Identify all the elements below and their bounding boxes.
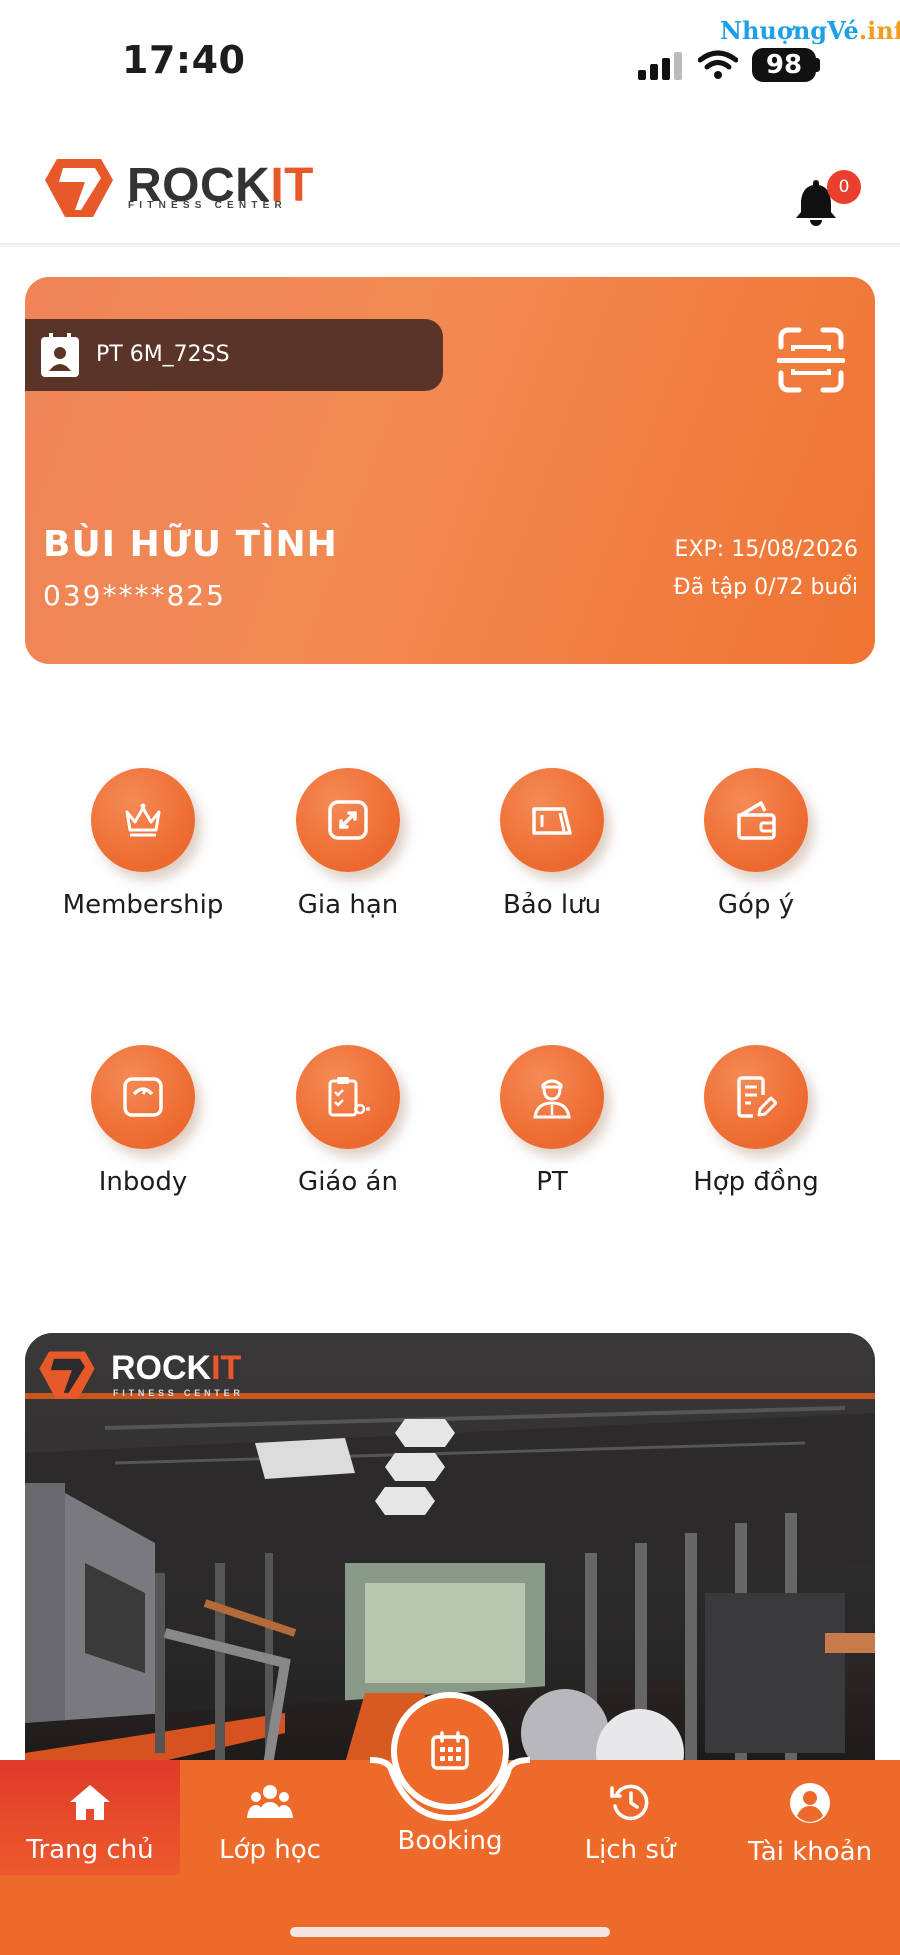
nav-label: Lịch sử	[584, 1835, 676, 1865]
menu-membership[interactable]: Membership	[43, 768, 243, 920]
nav-label: Tài khoản	[747, 1837, 873, 1867]
menu-inbody[interactable]: Inbody	[43, 1045, 243, 1197]
menu-label: PT	[536, 1167, 568, 1197]
member-phone: 039****825	[43, 579, 226, 612]
menu-label: Giáo án	[298, 1167, 398, 1197]
status-time: 17:40	[122, 38, 246, 82]
nav-account[interactable]: Tài khoản	[720, 1782, 900, 1867]
home-indicator	[290, 1927, 610, 1937]
watermark-text-1: NhuợngVé	[720, 16, 859, 45]
banner-logo-subtitle: FITNESS CENTER	[113, 1388, 244, 1398]
menu-label: Hợp đồng	[693, 1167, 819, 1197]
contact-card-icon	[41, 333, 79, 377]
home-icon	[70, 1785, 110, 1820]
battery-nub	[816, 58, 820, 72]
extend-icon	[328, 800, 368, 840]
menu-label: Góp ý	[717, 890, 795, 920]
member-name: BÙI HỮU TÌNH	[43, 524, 338, 565]
clipboard-plan-icon	[328, 1077, 370, 1117]
expiry-date: EXP: 15/08/2026	[674, 537, 858, 562]
watermark-text-2: .info	[858, 16, 900, 45]
banner-logo-mark	[39, 1351, 95, 1399]
banner-logo-rock: ROCK	[111, 1349, 212, 1387]
feedback-icon	[737, 801, 776, 840]
menu-label: Inbody	[98, 1167, 188, 1197]
group-icon	[247, 1785, 293, 1818]
reserve-button[interactable]	[500, 768, 604, 872]
training-plan-button[interactable]	[296, 1045, 400, 1149]
booking-fab[interactable]	[391, 1692, 509, 1810]
card-pause-icon	[532, 807, 572, 835]
logo-subtitle: FITNESS CENTER	[128, 200, 287, 211]
contract-button[interactable]	[704, 1045, 808, 1149]
member-card[interactable]: PT 6M_72SS BÙI HỮU TÌNH 039****825 EXP: …	[25, 277, 875, 664]
menu-renew[interactable]: Gia hạn	[248, 768, 448, 920]
feedback-button[interactable]	[704, 768, 808, 872]
menu-reserve[interactable]: Bảo lưu	[452, 768, 652, 920]
battery-indicator: 98	[752, 48, 816, 82]
plan-tag: PT 6M_72SS	[25, 319, 443, 391]
menu-contract[interactable]: Hợp đồng	[656, 1045, 856, 1197]
calendar-icon	[431, 1731, 469, 1770]
banner-logo-wordmark: ROCKIT	[111, 1349, 241, 1388]
plan-label: PT 6M_72SS	[96, 342, 230, 367]
pt-button[interactable]	[500, 1045, 604, 1149]
menu-pt[interactable]: PT	[452, 1045, 652, 1197]
inbody-button[interactable]	[91, 1045, 195, 1149]
menu-training-plan[interactable]: Giáo án	[248, 1045, 448, 1197]
banner-logo-it: IT	[211, 1349, 242, 1387]
renew-button[interactable]	[296, 768, 400, 872]
header-divider	[0, 243, 900, 247]
menu-label: Membership	[62, 890, 224, 920]
nav-history[interactable]: Lịch sử	[540, 1782, 720, 1865]
nav-label: Trang chủ	[26, 1835, 154, 1865]
nav-booking[interactable]: Booking	[360, 1820, 540, 1856]
cellular-signal-icon	[638, 52, 682, 80]
rockit-logo-mark	[45, 159, 113, 217]
nav-classes[interactable]: Lớp học	[180, 1782, 360, 1865]
scale-icon	[123, 1077, 163, 1117]
menu-label: Gia hạn	[297, 890, 399, 920]
menu-feedback[interactable]: Góp ý	[656, 768, 856, 920]
notification-badge[interactable]: 0	[827, 170, 861, 204]
wifi-icon	[698, 50, 738, 79]
account-icon	[790, 1783, 830, 1823]
sessions-count: Đã tập 0/72 buổi	[673, 575, 858, 600]
history-icon	[610, 1784, 649, 1821]
trainer-icon	[533, 1079, 571, 1119]
nav-label: Lớp học	[219, 1835, 321, 1865]
menu-label: Bảo lưu	[502, 890, 602, 920]
watermark: NhuợngVé.info	[720, 16, 900, 45]
scan-qr-icon[interactable]	[777, 327, 845, 393]
membership-button[interactable]	[91, 768, 195, 872]
crown-icon	[125, 803, 161, 837]
contract-icon	[737, 1076, 777, 1118]
nav-label: Booking	[397, 1826, 503, 1856]
nav-home[interactable]: Trang chủ	[0, 1782, 180, 1865]
